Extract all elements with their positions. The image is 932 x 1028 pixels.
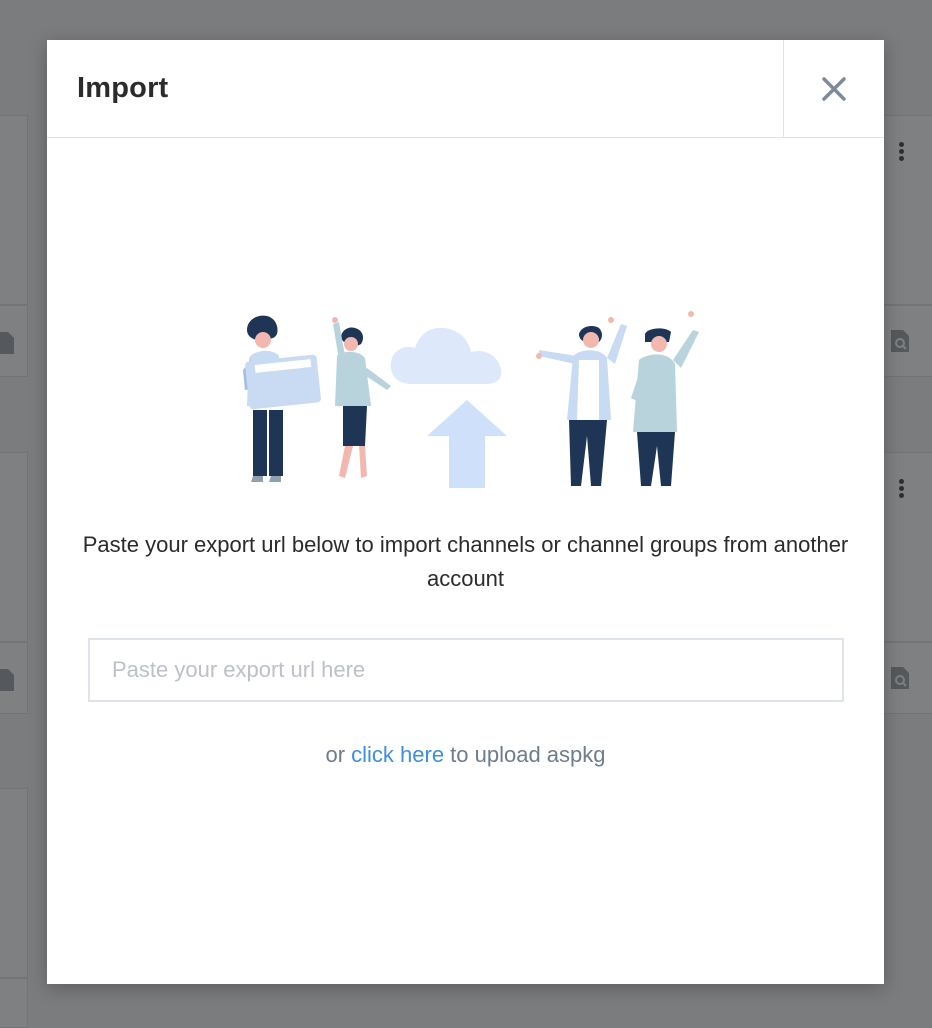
bg-card: [882, 642, 932, 714]
document-icon: [0, 332, 14, 354]
bg-card: [0, 305, 28, 377]
import-modal: Import Paste your export url below to im…: [47, 40, 884, 984]
person-holding-folder: [243, 315, 321, 482]
upload-suffix-text: to upload aspkg: [444, 742, 606, 767]
import-illustration: [243, 311, 699, 488]
kebab-menu-icon[interactable]: [899, 142, 905, 163]
bg-card: [882, 305, 932, 377]
import-description: Paste your export url below to import ch…: [82, 532, 849, 591]
bg-card: [0, 115, 28, 305]
modal-title: Import: [77, 72, 169, 104]
modal-header: Import: [47, 40, 884, 138]
close-icon: [822, 77, 846, 101]
bg-card: [882, 115, 932, 305]
upload-prefix-text: or: [325, 742, 352, 767]
document-search-icon[interactable]: [889, 665, 911, 691]
person-cheering: [536, 317, 627, 486]
kebab-menu-icon[interactable]: [899, 479, 905, 500]
bg-card: [0, 978, 28, 1028]
bg-card: [882, 452, 932, 642]
upload-prompt: or click here to upload aspkg: [47, 742, 884, 768]
export-url-input[interactable]: [88, 638, 844, 702]
document-icon: [0, 669, 14, 691]
close-button[interactable]: [783, 40, 884, 138]
person-celebrating: [631, 311, 699, 486]
upload-aspkg-link[interactable]: click here: [351, 742, 444, 767]
bg-card: [0, 452, 28, 642]
cloud-upload-graphic: [390, 327, 507, 488]
person-waving: [332, 317, 391, 478]
bg-card: [0, 642, 28, 714]
document-search-icon[interactable]: [889, 328, 911, 354]
bg-card: [0, 788, 28, 978]
